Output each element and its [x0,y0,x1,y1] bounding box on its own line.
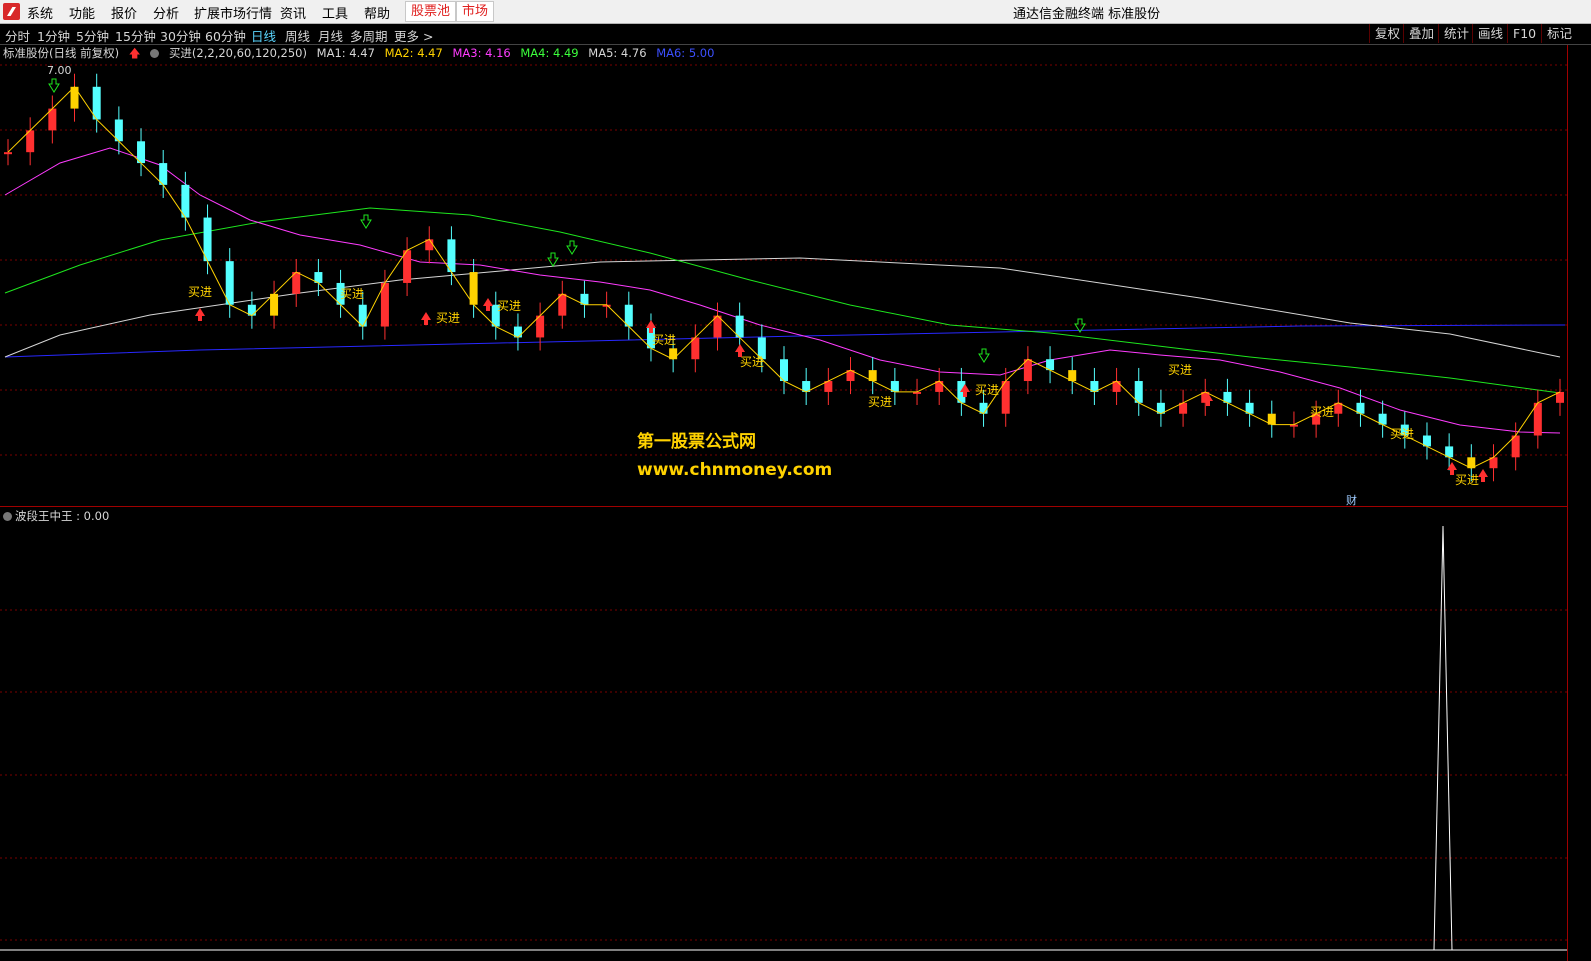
sub-indicator-title[interactable]: 波段王中王 : 0.00 [3,508,109,524]
settings-icon[interactable] [3,512,12,521]
sub-indicator-label: 波段王中王 : 0.00 [15,509,110,523]
up-arrow-icon [421,312,431,325]
buy-signal-label: 买进 [868,395,892,409]
up-arrow-icon [483,298,493,311]
buy-signal-label: 买进 [975,383,999,397]
kline-chart[interactable]: 7.00买进 买进买进买进买进买进买进买进买进买进买进买进 [0,0,1591,961]
buy-signal-label: 买进 [188,285,212,299]
candle-body [4,152,12,155]
up-arrow-icon [195,308,205,321]
buy-signal-label: 买进 [1455,473,1479,487]
buy-signal-label: 买进 [1168,363,1192,377]
peak-price-label: 7.00 [47,64,72,77]
buy-signal-label: 买进 [740,355,764,369]
ma6-line [4,324,1566,358]
buy-signal-label: 买进 [1390,427,1414,441]
sub-indicator-spike [1433,525,1453,951]
down-arrow-icon [978,348,990,363]
ma5-line [4,257,1561,358]
watermark-title: 第一股票公式网 [637,432,756,452]
buy-signal-label: 买进 [436,311,460,325]
buy-signal-label: 买进 [1310,405,1334,419]
buy-signal-label: 买进 [652,333,676,347]
down-arrow-icon [48,78,60,93]
down-arrow-icon [547,252,559,267]
buy-signal-label: 买进 [340,287,364,301]
watermark-url: www.chnmoney.com [637,460,833,480]
finance-marker[interactable]: 财 [1346,492,1357,508]
down-arrow-icon [566,240,578,255]
down-arrow-icon [360,214,372,229]
panel-divider[interactable] [0,506,1568,507]
right-axis-border [1567,45,1568,961]
buy-signal-label: 买进 [497,299,521,313]
up-arrow-icon [1478,469,1488,482]
